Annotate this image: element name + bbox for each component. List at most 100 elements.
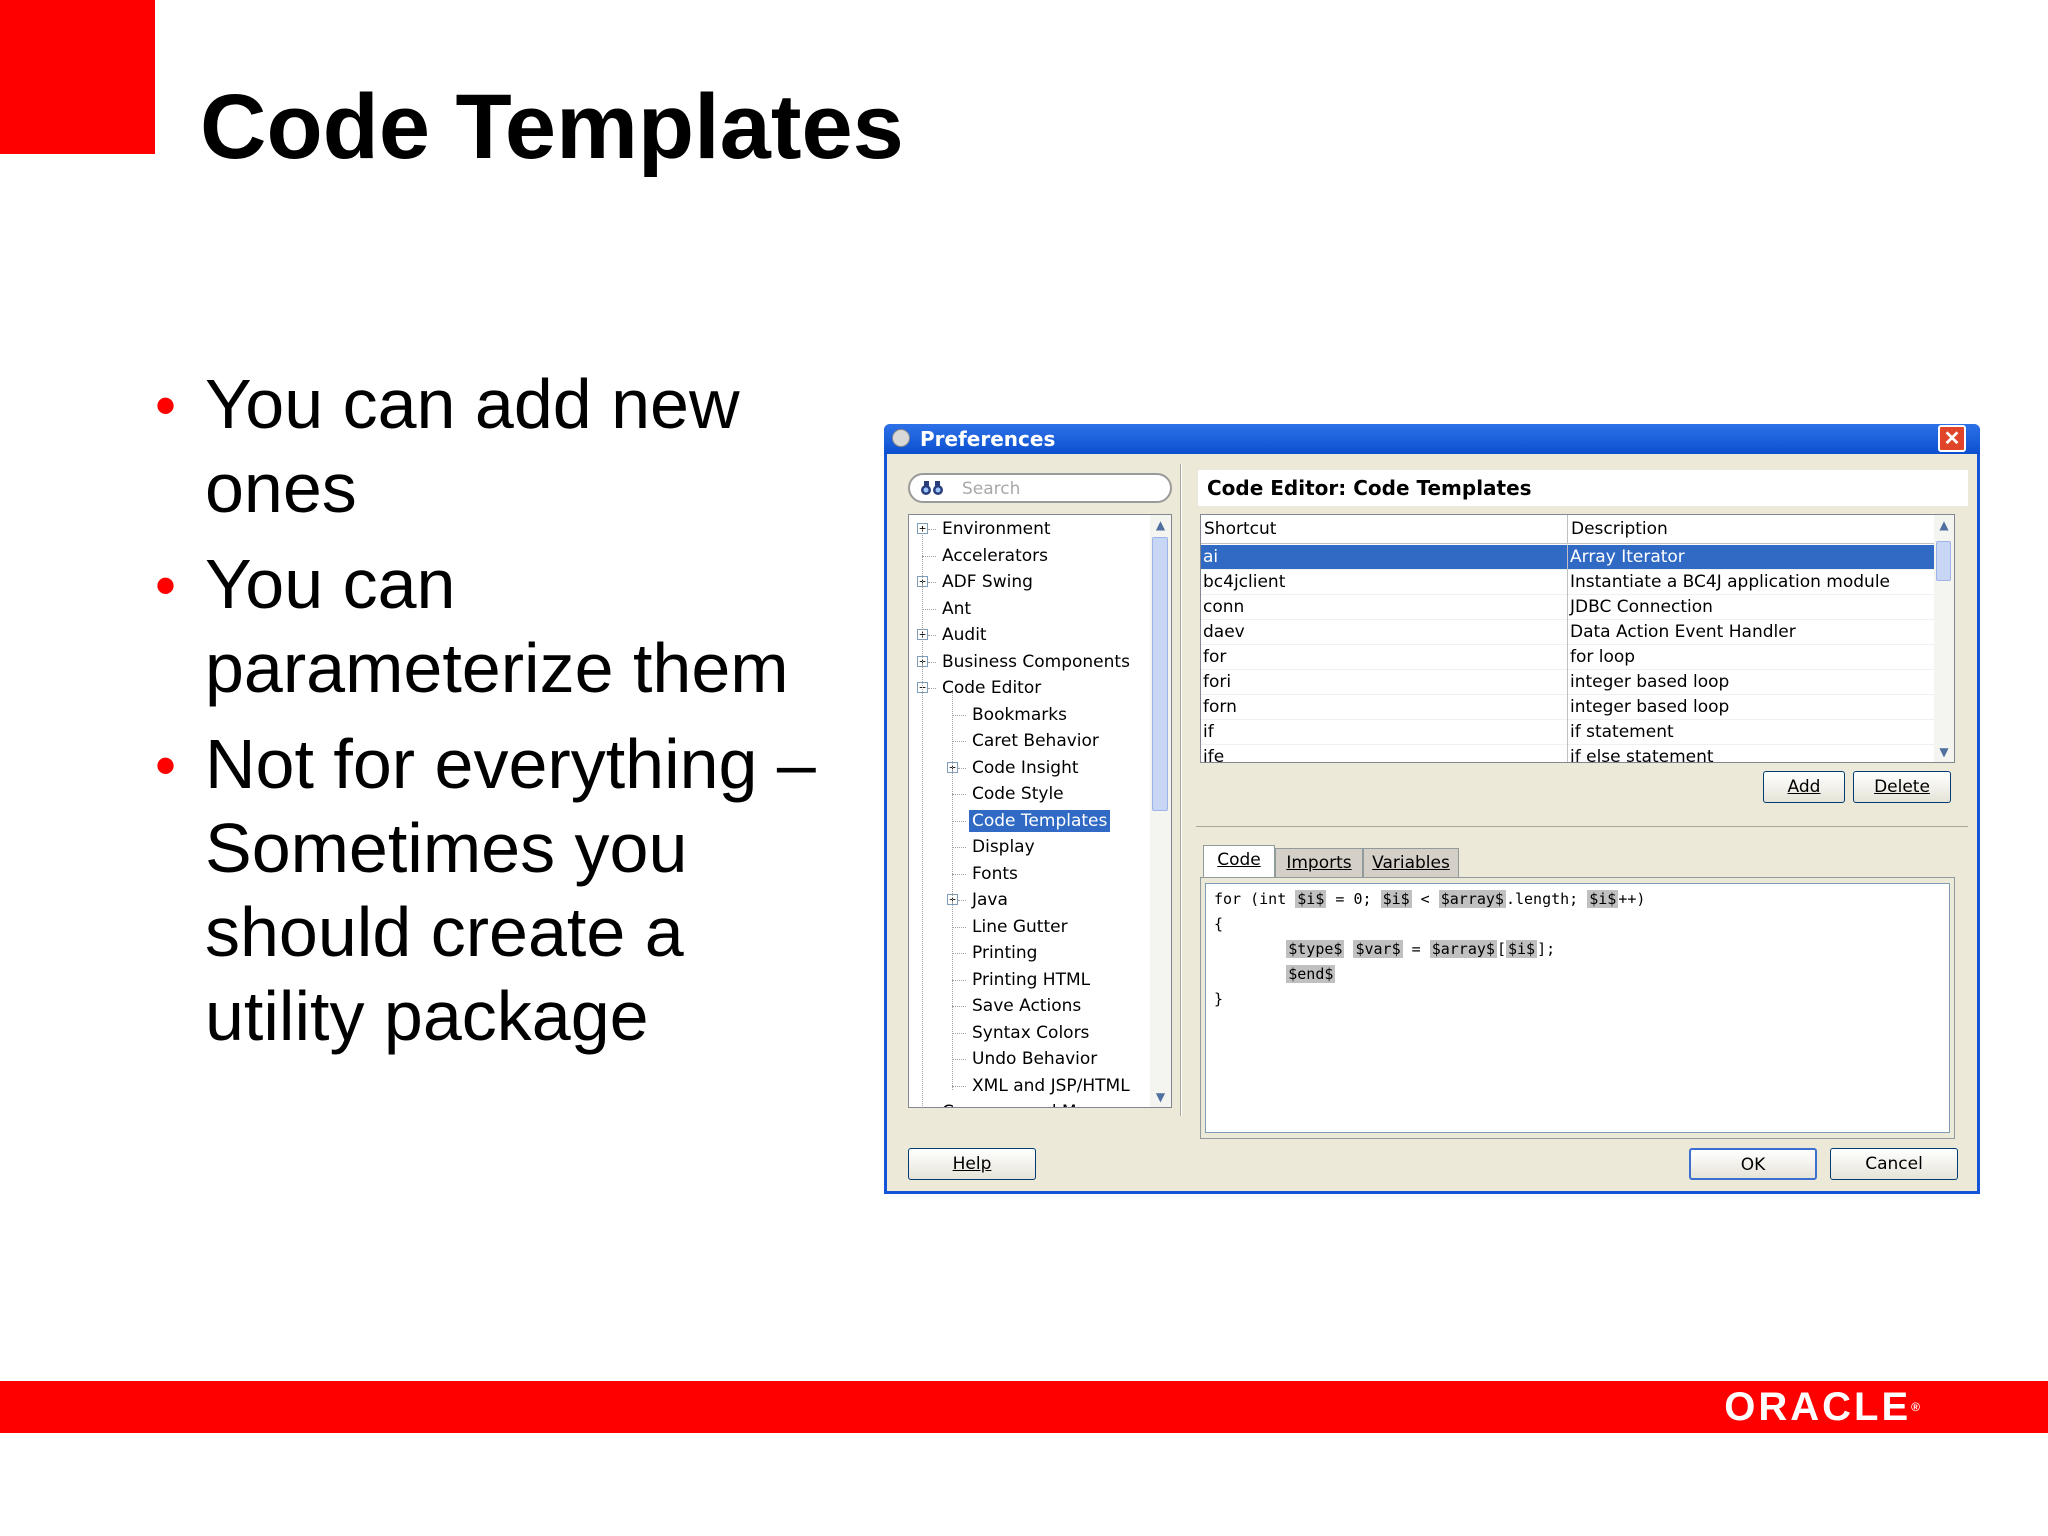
- scroll-down-icon[interactable]: ▼: [1934, 742, 1954, 762]
- tree-item-label: Java: [972, 890, 1008, 910]
- tree-item-label: ADF Swing: [942, 572, 1033, 592]
- description-cell: if statement: [1567, 720, 1935, 745]
- tree-connector: [952, 847, 966, 848]
- tree-item-label: Compare and Merge: [939, 1101, 1118, 1107]
- code-text: }: [1214, 990, 1224, 1008]
- ok-button[interactable]: OK: [1689, 1148, 1817, 1180]
- search-input[interactable]: Search: [908, 473, 1172, 503]
- table-row[interactable]: ife if else statement: [1201, 745, 1934, 763]
- table-row[interactable]: bc4jclient Instantiate a BC4J application…: [1201, 570, 1934, 595]
- code-panel: for (int $i$ = 0; $i$ < $array$ .length; …: [1200, 877, 1955, 1139]
- preferences-tree[interactable]: + Environment Accelerators + ADF Swing Ant + Au…: [908, 514, 1172, 1108]
- code-text: [: [1496, 940, 1506, 958]
- tree-scrollbar[interactable]: ▲ ▼: [1150, 515, 1171, 1107]
- table-row[interactable]: daev Data Action Event Handler: [1201, 620, 1934, 645]
- tree-connector: [922, 529, 923, 1107]
- search-placeholder: Search: [962, 479, 1021, 499]
- tree-item-label: Audit: [942, 625, 987, 645]
- code-text: ];: [1537, 940, 1556, 958]
- template-variable: $i$: [1505, 940, 1538, 958]
- code-text: =: [1402, 940, 1430, 958]
- shortcut-cell: bc4jclient: [1203, 572, 1286, 592]
- tree-connector: [952, 1032, 966, 1034]
- bullet-item: • You can add new ones: [150, 362, 850, 530]
- tree-connector: [928, 688, 936, 689]
- table-row[interactable]: conn JDBC Connection: [1201, 595, 1934, 620]
- red-accent-square: [0, 0, 155, 154]
- slide-title: Code Templates: [200, 76, 904, 178]
- tree-connector: [928, 529, 936, 530]
- table-row[interactable]: for for loop: [1201, 645, 1934, 670]
- tab-variables[interactable]: Variables: [1363, 848, 1459, 878]
- code-editor[interactable]: for (int $i$ = 0; $i$ < $array$ .length; …: [1205, 883, 1950, 1133]
- template-variable: $array$: [1429, 940, 1497, 958]
- tree-connector: [928, 661, 936, 663]
- shortcut-cell: ife: [1203, 747, 1225, 763]
- bullet-item: • You can parameterize them: [150, 542, 850, 710]
- scroll-up-icon[interactable]: ▲: [1150, 515, 1171, 535]
- tree-item-label: Printing: [972, 943, 1038, 963]
- table-row[interactable]: if if statement: [1201, 720, 1934, 745]
- tree-item-label: Business Components: [942, 651, 1130, 672]
- tree-item-label: Display: [972, 837, 1035, 857]
- template-variable: $array$: [1438, 890, 1506, 908]
- template-variable: $end$: [1286, 965, 1336, 983]
- table-row[interactable]: fori integer based loop: [1201, 670, 1934, 695]
- help-button[interactable]: Help: [908, 1148, 1036, 1180]
- templates-table[interactable]: Shortcut Description ai Array Iterator bc4…: [1200, 514, 1955, 763]
- tree-item-label: Ant: [942, 598, 972, 619]
- scroll-up-icon[interactable]: ▲: [1934, 515, 1954, 535]
- tree-connector: [952, 741, 966, 742]
- oracle-logo-text: ORACLE: [1724, 1385, 1912, 1429]
- bullet-item: • Not for everything – Sometimes you sho…: [150, 722, 850, 1058]
- tab-code[interactable]: Code: [1203, 845, 1275, 878]
- tree-connector: [952, 714, 966, 716]
- tree-item-label: Undo Behavior: [972, 1049, 1098, 1069]
- description-cell: Array Iterator: [1567, 545, 1935, 570]
- column-header-description[interactable]: Description: [1567, 515, 1934, 543]
- code-text: for (int: [1214, 890, 1296, 908]
- tab-imports[interactable]: Imports: [1275, 848, 1363, 878]
- separator: [1196, 826, 1968, 827]
- tree-connector: [922, 608, 936, 610]
- tree-item-label: Bookmarks: [972, 704, 1067, 725]
- table-scrollbar[interactable]: ▲ ▼: [1934, 515, 1954, 762]
- tree-scrollbar-thumb[interactable]: [1152, 537, 1168, 811]
- code-line: {: [1214, 913, 1223, 935]
- panel-divider[interactable]: [1180, 464, 1182, 1116]
- panel-heading: Code Editor: Code Templates: [1198, 470, 1968, 506]
- delete-button[interactable]: Delete: [1853, 771, 1951, 803]
- shortcut-cell: conn: [1203, 597, 1245, 617]
- tree-item-label: Code Insight: [972, 757, 1079, 778]
- window-titlebar[interactable]: Preferences ✕: [884, 424, 1980, 454]
- tree-item-label: Code Editor: [942, 678, 1042, 698]
- tree-connector: [952, 873, 966, 875]
- column-header-shortcut[interactable]: Shortcut: [1201, 515, 1567, 543]
- description-cell: Instantiate a BC4J application module: [1567, 570, 1935, 595]
- description-cell: integer based loop: [1567, 670, 1935, 695]
- table-row[interactable]: ai Array Iterator: [1201, 545, 1934, 570]
- tree-connector: [952, 979, 966, 981]
- binoculars-icon: [921, 481, 943, 495]
- table-row[interactable]: forn integer based loop: [1201, 695, 1934, 720]
- add-button[interactable]: Add: [1763, 771, 1845, 803]
- shortcut-cell: for: [1203, 647, 1227, 667]
- shortcut-cell: if: [1203, 722, 1214, 742]
- table-scrollbar-thumb[interactable]: [1936, 541, 1951, 581]
- code-line: for (int $i$ = 0; $i$ < $array$ .length; …: [1214, 888, 1645, 910]
- bullet-text: You can parameterize them: [205, 545, 789, 707]
- cancel-button[interactable]: Cancel: [1830, 1148, 1958, 1180]
- close-icon[interactable]: ✕: [1938, 425, 1966, 452]
- tree-item-label: Fonts: [972, 863, 1018, 884]
- scroll-down-icon[interactable]: ▼: [1150, 1087, 1171, 1107]
- tree-item-label: Printing HTML: [972, 969, 1091, 990]
- tree-connector: [958, 767, 966, 769]
- tree-connector: [928, 582, 936, 583]
- tree-connector: [952, 953, 966, 954]
- tree-connector: [952, 926, 966, 928]
- tree-connector: [952, 1006, 966, 1007]
- tree-connector: [922, 555, 936, 557]
- bullet-dot-icon: •: [155, 372, 177, 439]
- tree-connector: [952, 692, 953, 1090]
